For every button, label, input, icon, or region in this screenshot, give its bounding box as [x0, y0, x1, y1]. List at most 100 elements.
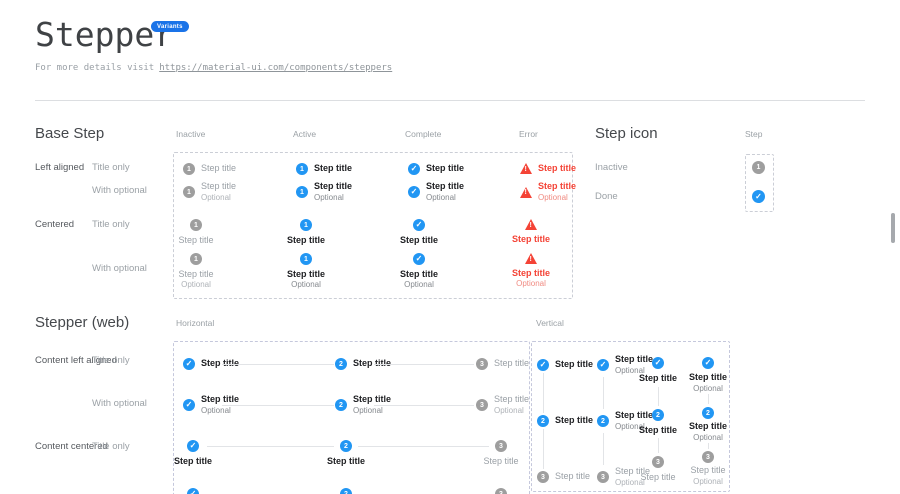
step-optional: Optional	[353, 407, 391, 416]
base-step-inactive-optional: 1 Step titleOptional	[183, 182, 236, 203]
step-number-icon: 1	[183, 163, 195, 175]
base-step-centered-inactive-optional: 1 Step title Optional	[161, 253, 231, 290]
check-icon	[652, 357, 664, 369]
step-optional: Optional	[693, 478, 723, 487]
step-connector	[543, 373, 544, 413]
step-number-icon: 2	[335, 358, 347, 370]
step-number-icon: 3	[495, 488, 507, 494]
step-number-icon: 1	[300, 219, 312, 231]
variant-label-title-only: Title only	[92, 356, 130, 366]
variant-label-with-optional: With optional	[92, 399, 147, 409]
variant-label-title-only: Title only	[92, 220, 130, 230]
base-step-error-title: Step title	[520, 163, 576, 174]
step-connector	[708, 394, 709, 404]
step-title: Step title	[178, 236, 213, 246]
step-connector	[222, 364, 334, 365]
material-ui-link[interactable]: https://material-ui.com/components/stepp…	[159, 63, 392, 73]
step-title: Step title	[311, 457, 381, 467]
vstepper-step-active: 2 Step title	[537, 415, 593, 427]
check-icon	[702, 357, 714, 369]
step-number-icon: 2	[340, 488, 352, 494]
step-title: Step title	[512, 235, 550, 245]
step-number-icon: 3	[537, 471, 549, 483]
step-number-icon: 3	[476, 358, 488, 370]
step-title: Step title	[287, 270, 325, 280]
step-optional: Optional	[314, 194, 352, 203]
step-title: Step title	[353, 395, 391, 405]
column-header-error: Error	[519, 130, 538, 139]
step-number-icon: 1	[296, 163, 308, 175]
step-title: Step title	[314, 182, 352, 192]
row-label-left-aligned: Left aligned	[35, 163, 84, 173]
step-number-icon: 1	[190, 253, 202, 265]
step-connector	[603, 377, 604, 409]
step-number-icon: 2	[702, 407, 714, 419]
step-title: Step title	[287, 236, 325, 246]
step-connector	[222, 405, 334, 406]
step-title: Step title	[615, 411, 653, 421]
step-title: Step title	[466, 457, 536, 467]
step-icon-row-inactive: Inactive	[595, 163, 628, 173]
base-step-centered-inactive: 1 Step title	[161, 219, 231, 246]
stepper-spec-page: Stepper Variants For more details visit …	[0, 0, 900, 494]
row-label-centered: Centered	[35, 220, 74, 230]
step-title: Step title	[689, 373, 727, 383]
step-title: Step title	[400, 236, 438, 246]
vertical-scrollbar-thumb[interactable]	[891, 213, 895, 243]
step-number-icon: 3	[702, 451, 714, 463]
step-title: Step title	[426, 182, 464, 192]
step-title: Step title	[201, 395, 239, 405]
step-title: Step title	[178, 270, 213, 280]
base-step-complete-optional: Step titleOptional	[408, 182, 464, 203]
variant-label-title-only: Title only	[92, 442, 130, 452]
check-icon	[752, 190, 765, 203]
check-icon	[413, 219, 425, 231]
step-number-icon: 2	[335, 399, 347, 411]
column-header-complete: Complete	[405, 130, 441, 139]
check-icon	[187, 440, 199, 452]
step-title: Step title	[689, 422, 727, 432]
step-optional: Optional	[693, 434, 723, 443]
step-number-icon: 2	[340, 440, 352, 452]
vstepper-centered-label: Step title Optional	[673, 422, 743, 443]
step-number-icon: 3	[597, 471, 609, 483]
step-number-icon: 2	[652, 409, 664, 421]
step-title: Step title	[555, 416, 593, 426]
error-warning-icon	[525, 219, 537, 230]
step-number-icon: 2	[537, 415, 549, 427]
variants-badge: Variants	[151, 21, 189, 32]
column-header-vertical: Vertical	[536, 319, 564, 328]
step-connector	[358, 446, 489, 447]
step-optional: Optional	[181, 281, 211, 290]
step-title: Step title	[615, 355, 653, 365]
step-optional: Optional	[538, 194, 576, 203]
step-connector	[658, 387, 659, 406]
header-divider	[35, 100, 865, 101]
step-number-icon: 1	[190, 219, 202, 231]
step-optional: Optional	[494, 407, 529, 416]
step-connector	[658, 438, 659, 453]
step-connector	[543, 429, 544, 469]
column-header-step: Step	[745, 130, 763, 139]
variant-label-title-only: Title only	[92, 163, 130, 173]
step-connector	[207, 446, 334, 447]
variant-label-with-optional: With optional	[92, 186, 147, 196]
check-icon	[413, 253, 425, 265]
check-icon	[408, 163, 420, 175]
step-title: Step title	[555, 472, 590, 482]
step-title: Step title	[314, 164, 352, 174]
error-warning-icon	[525, 253, 537, 264]
step-icon-row-done: Done	[595, 192, 618, 202]
step-title: Step title	[201, 182, 236, 192]
base-step-error-optional: Step titleOptional	[520, 182, 576, 203]
base-step-centered-complete-optional: Step title Optional	[384, 253, 454, 290]
column-header-inactive: Inactive	[176, 130, 205, 139]
subtitle: For more details visit https://material-…	[35, 63, 392, 73]
step-title: Step title	[690, 466, 725, 476]
base-step-centered-complete: Step title	[384, 219, 454, 246]
step-number-icon: 1	[183, 186, 195, 198]
column-header-horizontal: Horizontal	[176, 319, 214, 328]
step-number-icon: 3	[652, 456, 664, 468]
base-step-centered-error-optional: Step title Optional	[496, 253, 566, 289]
base-step-centered-error: Step title	[496, 219, 566, 245]
